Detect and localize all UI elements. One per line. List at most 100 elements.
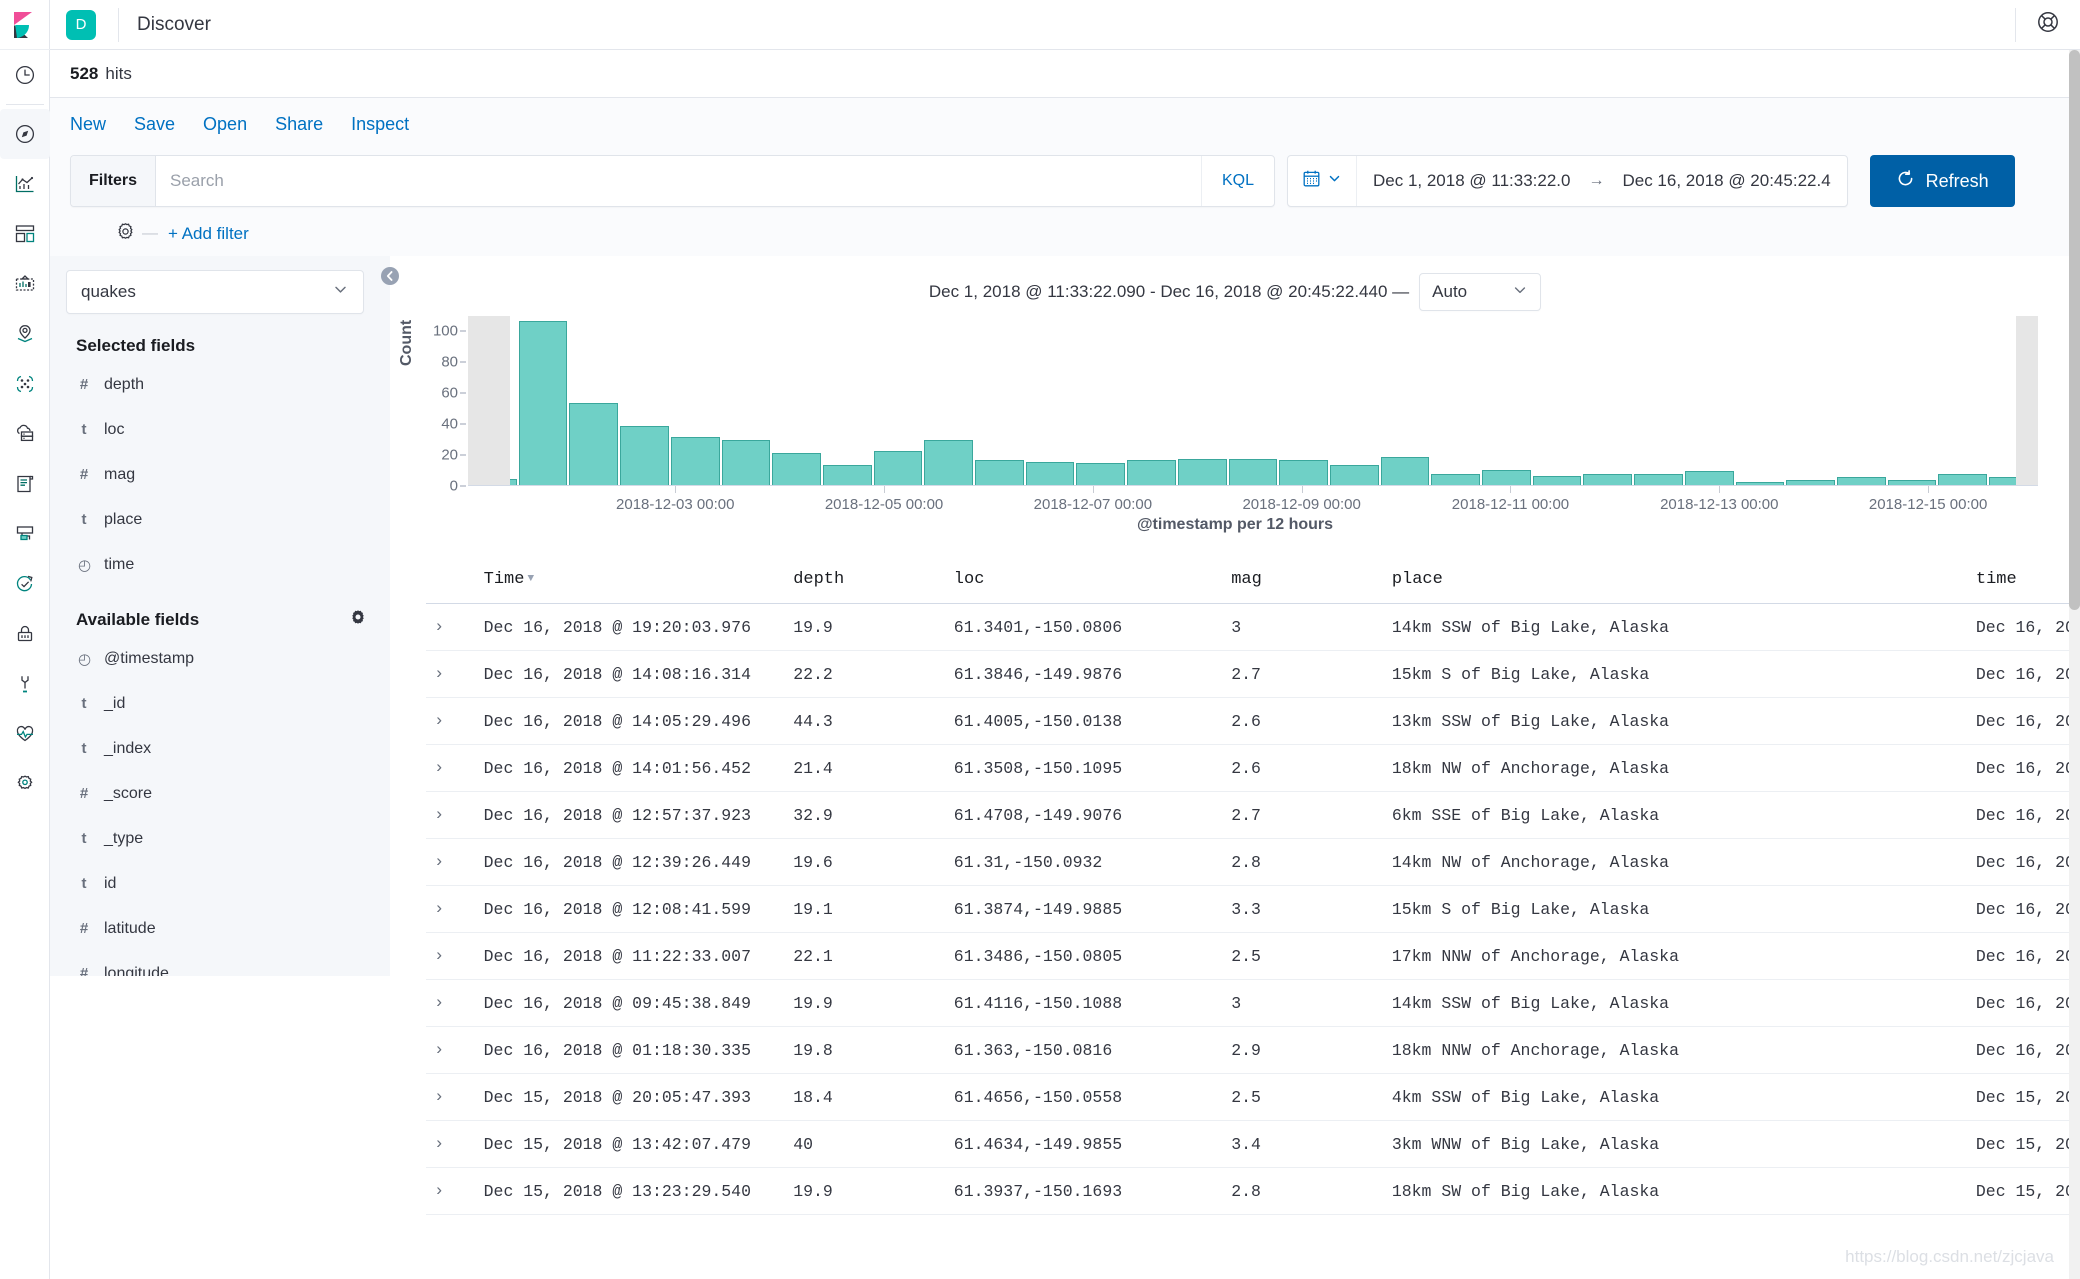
query-language-button[interactable]: KQL	[1200, 156, 1274, 206]
expand-row-button[interactable]: ›	[426, 1167, 476, 1215]
table-row[interactable]: › Dec 16, 2018 @ 19:20:03.976 19.9 61.3401,…	[426, 603, 2080, 651]
refresh-button[interactable]: Refresh	[1869, 155, 2015, 207]
sort-desc-icon[interactable]: ▼	[527, 573, 534, 585]
chevron-right-icon[interactable]: ›	[434, 618, 444, 637]
histogram-bar[interactable]	[1989, 477, 2038, 485]
filters-button[interactable]: Filters	[71, 156, 157, 206]
chevron-right-icon[interactable]: ›	[434, 1135, 444, 1154]
histogram-bar[interactable]	[569, 403, 619, 485]
field-item-id[interactable]: t id	[66, 861, 374, 906]
rail-item-dev-tools[interactable]	[0, 659, 50, 709]
histogram-bar[interactable]	[1735, 481, 1785, 485]
column-header-timestamp[interactable]: time	[1967, 560, 2080, 604]
histogram-bar[interactable]	[1127, 460, 1176, 485]
field-item-mag[interactable]: # mag	[66, 452, 374, 497]
histogram-bar[interactable]	[1380, 457, 1430, 485]
chevron-right-icon[interactable]: ›	[434, 759, 444, 778]
histogram-bar[interactable]	[772, 452, 821, 485]
rail-item-visualize[interactable]	[0, 159, 50, 209]
chevron-right-icon[interactable]: ›	[434, 1088, 444, 1107]
table-row[interactable]: › Dec 16, 2018 @ 12:39:26.449 19.6 61.31,-1…	[426, 838, 2080, 886]
histogram-bar[interactable]	[670, 437, 720, 485]
histogram-bar[interactable]	[1482, 469, 1531, 485]
search-input[interactable]	[156, 156, 1201, 206]
field-item-longitude[interactable]: # longitude	[66, 951, 374, 977]
rail-item-machine-learning[interactable]	[0, 359, 50, 409]
table-row[interactable]: › Dec 15, 2018 @ 13:42:07.479 40 61.4634,-1…	[426, 1120, 2080, 1168]
table-row[interactable]: › Dec 16, 2018 @ 14:01:56.452 21.4 61.3508,…	[426, 744, 2080, 792]
chevron-right-icon[interactable]: ›	[434, 947, 444, 966]
rail-item-recently-viewed[interactable]	[0, 50, 50, 100]
expand-row-button[interactable]: ›	[426, 1026, 476, 1074]
field-item-time[interactable]: ◴ time	[66, 542, 374, 587]
column-header-depth[interactable]: depth	[785, 560, 946, 604]
chart-interval-select[interactable]: Auto	[1419, 273, 1542, 311]
histogram-bar[interactable]	[822, 464, 872, 485]
expand-row-button[interactable]: ›	[426, 838, 476, 886]
top-nav-open[interactable]: Open	[203, 114, 247, 135]
histogram-bar[interactable]	[1025, 461, 1075, 485]
rail-item-canvas[interactable]	[0, 259, 50, 309]
histogram-bar[interactable]	[975, 460, 1024, 485]
field-item-latitude[interactable]: # latitude	[66, 906, 374, 951]
expand-row-button[interactable]: ›	[426, 1073, 476, 1121]
histogram-bar[interactable]	[1329, 464, 1379, 485]
chevron-right-icon[interactable]: ›	[434, 1182, 444, 1201]
field-item-depth[interactable]: # depth	[66, 362, 374, 407]
histogram-bar[interactable]	[1938, 474, 1988, 485]
expand-row-button[interactable]: ›	[426, 979, 476, 1027]
date-start-button[interactable]: Dec 1, 2018 @ 11:33:22.0	[1357, 156, 1586, 206]
field-item-_index[interactable]: t _index	[66, 726, 374, 771]
table-row[interactable]: › Dec 16, 2018 @ 09:45:38.849 19.9 61.4116,…	[426, 979, 2080, 1027]
table-row[interactable]: › Dec 16, 2018 @ 01:18:30.335 19.8 61.363,-…	[426, 1026, 2080, 1074]
histogram-bar[interactable]	[873, 451, 923, 485]
chevron-right-icon[interactable]: ›	[434, 712, 444, 731]
histogram-bar[interactable]	[721, 440, 771, 485]
expand-row-button[interactable]: ›	[426, 650, 476, 698]
histogram-bar[interactable]	[1228, 458, 1278, 485]
gear-icon[interactable]	[350, 609, 366, 630]
column-header-time[interactable]: Time ▼	[475, 560, 786, 604]
collapse-sidebar-icon[interactable]	[378, 264, 402, 288]
histogram-bar[interactable]	[1634, 474, 1683, 485]
table-row[interactable]: › Dec 15, 2018 @ 13:23:29.540 19.9 61.3937,…	[426, 1167, 2080, 1215]
rail-item-monitoring[interactable]	[0, 709, 50, 759]
top-nav-share[interactable]: Share	[275, 114, 323, 135]
histogram-bar[interactable]	[620, 426, 669, 485]
rail-item-apm[interactable]	[0, 509, 50, 559]
table-row[interactable]: › Dec 16, 2018 @ 12:57:37.923 32.9 61.4708,…	[426, 791, 2080, 839]
field-item-_score[interactable]: # _score	[66, 771, 374, 816]
rail-item-dashboard[interactable]	[0, 209, 50, 259]
kibana-logo-icon[interactable]	[0, 0, 50, 50]
histogram-bar[interactable]	[1076, 463, 1126, 485]
rail-item-uptime[interactable]	[0, 559, 50, 609]
rail-item-maps[interactable]	[0, 309, 50, 359]
table-row[interactable]: › Dec 16, 2018 @ 14:08:16.314 22.2 61.3846,…	[426, 650, 2080, 698]
column-header-mag[interactable]: mag	[1223, 560, 1384, 604]
rail-item-infrastructure[interactable]	[0, 409, 50, 459]
add-filter-button[interactable]: + Add filter	[168, 224, 249, 244]
table-row[interactable]: › Dec 16, 2018 @ 11:22:33.007 22.1 61.3486,…	[426, 932, 2080, 980]
field-item-place[interactable]: t place	[66, 497, 374, 542]
page-scrollbar-thumb[interactable]	[2069, 50, 2080, 610]
histogram-bar[interactable]	[1684, 471, 1734, 485]
chevron-right-icon[interactable]: ›	[434, 806, 444, 825]
table-row[interactable]: › Dec 16, 2018 @ 12:08:41.599 19.1 61.3874,…	[426, 885, 2080, 933]
expand-row-button[interactable]: ›	[426, 932, 476, 980]
page-scrollbar[interactable]	[2069, 50, 2080, 1279]
top-nav-inspect[interactable]: Inspect	[351, 114, 409, 135]
chevron-right-icon[interactable]: ›	[434, 900, 444, 919]
expand-row-button[interactable]: ›	[426, 1120, 476, 1168]
histogram-bar[interactable]	[1431, 474, 1481, 485]
top-nav-new[interactable]: New	[70, 114, 106, 135]
table-row[interactable]: › Dec 16, 2018 @ 14:05:29.496 44.3 61.4005,…	[426, 697, 2080, 745]
field-item-timestamp[interactable]: ◴ @timestamp	[66, 636, 374, 681]
date-end-button[interactable]: Dec 16, 2018 @ 20:45:22.4	[1606, 156, 1846, 206]
table-row[interactable]: › Dec 15, 2018 @ 20:05:47.393 18.4 61.4656,…	[426, 1073, 2080, 1121]
rail-item-management[interactable]	[0, 759, 50, 809]
field-item-loc[interactable]: t loc	[66, 407, 374, 452]
column-header-place[interactable]: place	[1383, 560, 1968, 604]
expand-row-button[interactable]: ›	[426, 885, 476, 933]
expand-row-button[interactable]: ›	[426, 744, 476, 792]
column-header-loc[interactable]: loc	[945, 560, 1224, 604]
